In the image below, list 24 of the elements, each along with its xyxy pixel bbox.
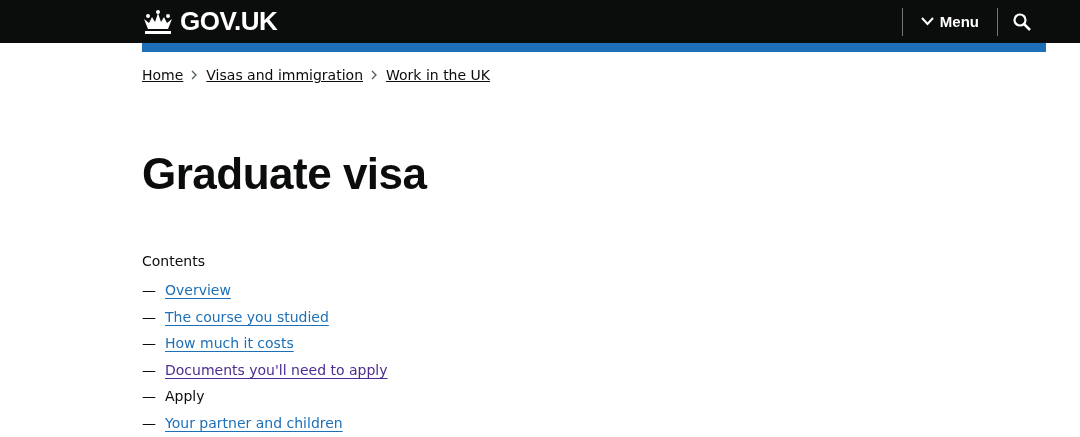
govuk-logo[interactable]: GOV.UK	[142, 6, 278, 37]
contents-link[interactable]: Overview	[165, 282, 231, 299]
dash-marker: —	[142, 414, 156, 431]
dash-marker: —	[142, 388, 156, 405]
dash-marker: —	[142, 335, 156, 352]
contents-link[interactable]: Your partner and children	[165, 414, 343, 431]
dash-marker: —	[142, 361, 156, 378]
menu-button[interactable]: Menu	[902, 0, 997, 43]
current-contents-item: Apply	[165, 388, 205, 405]
dash-marker: —	[142, 282, 156, 299]
chevron-down-icon	[920, 17, 934, 26]
chevron-right-icon	[191, 70, 199, 80]
contents-link[interactable]: Documents you'll need to apply	[165, 361, 388, 378]
contents-link[interactable]: The course you studied	[165, 308, 329, 325]
breadcrumb-link[interactable]: Work in the UK	[386, 67, 490, 83]
contents-link[interactable]: How much it costs	[165, 335, 294, 352]
breadcrumb-link[interactable]: Home	[142, 67, 184, 83]
dash-marker: —	[142, 308, 156, 325]
page-title: Graduate visa	[142, 149, 429, 199]
contents-heading: Contents	[142, 253, 206, 269]
chevron-right-icon	[371, 70, 378, 80]
breadcrumb-link[interactable]: Visas and immigration	[206, 67, 363, 83]
search-icon	[1013, 12, 1031, 31]
crown-icon	[142, 8, 174, 35]
